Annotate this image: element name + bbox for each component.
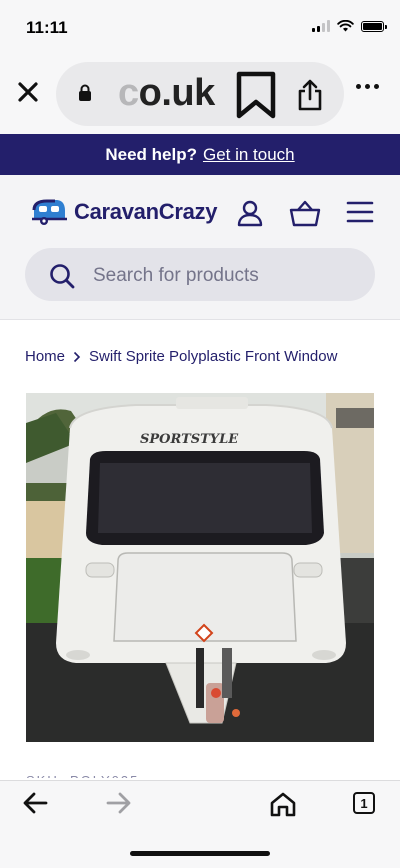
basket-icon[interactable]	[289, 199, 321, 227]
get-in-touch-link[interactable]: Get in touch	[203, 145, 295, 165]
product-image[interactable]: SPORTSTYLE	[26, 393, 374, 742]
tabs-icon[interactable]: 1	[353, 792, 375, 814]
site-header: CaravanCrazy	[0, 175, 400, 320]
breadcrumb-current: Swift Sprite Polyplastic Front Window	[89, 348, 338, 365]
sku-text: SKU: POLY035	[26, 770, 139, 778]
battery-icon	[361, 20, 387, 32]
forward-icon[interactable]	[106, 791, 132, 815]
help-text: Need help?	[105, 144, 197, 164]
help-banner: Need help? Get in touch	[0, 134, 400, 175]
browser-url-bar: co.uk	[0, 58, 400, 134]
home-icon[interactable]	[269, 791, 297, 817]
back-icon[interactable]	[22, 791, 48, 815]
chevron-right-icon	[73, 351, 81, 362]
address-field[interactable]: co.uk	[56, 62, 344, 126]
site-logo[interactable]: CaravanCrazy	[30, 197, 217, 227]
lock-icon	[79, 84, 91, 101]
status-icons	[312, 20, 387, 32]
breadcrumb: Home Swift Sprite Polyplastic Front Wind…	[25, 348, 337, 365]
search-icon[interactable]	[49, 263, 75, 289]
signal-icon	[312, 20, 330, 32]
search-bar	[25, 248, 375, 303]
home-indicator	[130, 851, 270, 856]
status-time: 11:11	[26, 18, 68, 37]
close-icon[interactable]	[14, 78, 42, 106]
share-icon[interactable]	[296, 78, 324, 112]
brand-name: CaravanCrazy	[74, 199, 218, 224]
caravan-logo-icon	[32, 199, 67, 225]
wifi-icon	[337, 20, 354, 32]
breadcrumb-home[interactable]: Home	[25, 348, 65, 365]
more-icon[interactable]	[356, 84, 379, 89]
status-bar: 11:11	[0, 0, 400, 58]
decal-text: SPORTSTYLE	[140, 432, 239, 447]
caravan-photo: SPORTSTYLE	[26, 393, 374, 742]
menu-icon[interactable]	[346, 199, 374, 225]
account-icon[interactable]	[236, 199, 264, 227]
search-input[interactable]	[91, 248, 365, 303]
bookmark-icon[interactable]	[234, 70, 278, 120]
url-domain: co.uk	[118, 72, 215, 114]
